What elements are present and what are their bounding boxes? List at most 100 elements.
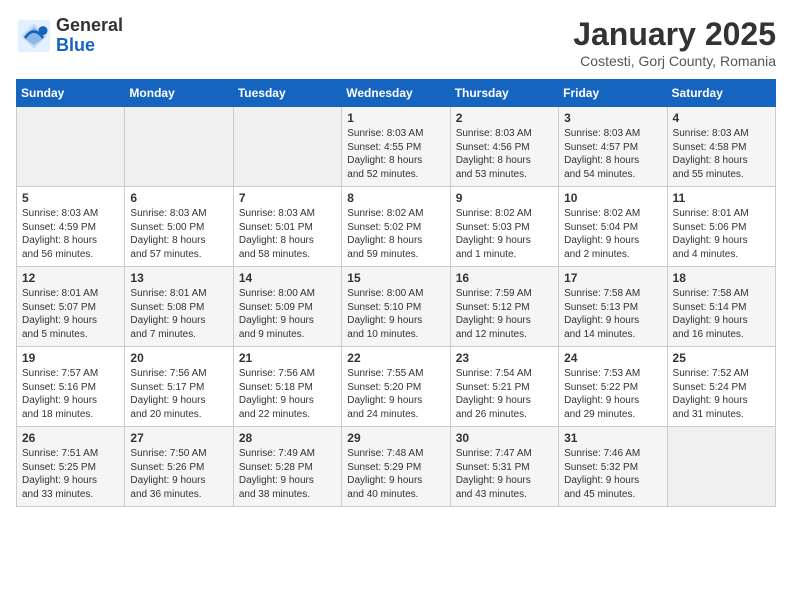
day-cell xyxy=(125,107,233,187)
logo-blue-text: Blue xyxy=(56,36,123,56)
day-number: 7 xyxy=(239,191,336,205)
day-cell xyxy=(17,107,125,187)
day-info: Sunrise: 8:03 AM Sunset: 4:55 PM Dayligh… xyxy=(347,127,444,181)
day-number: 8 xyxy=(347,191,444,205)
calendar-title: January 2025 xyxy=(573,16,776,53)
day-info: Sunrise: 7:47 AM Sunset: 5:31 PM Dayligh… xyxy=(456,447,553,501)
header-monday: Monday xyxy=(125,80,233,107)
day-number: 13 xyxy=(130,271,227,285)
day-info: Sunrise: 8:01 AM Sunset: 5:06 PM Dayligh… xyxy=(673,207,770,261)
day-cell: 25 Sunrise: 7:52 AM Sunset: 5:24 PM Dayli… xyxy=(667,347,775,427)
day-number: 9 xyxy=(456,191,553,205)
day-cell: 13 Sunrise: 8:01 AM Sunset: 5:08 PM Dayli… xyxy=(125,267,233,347)
day-cell: 24 Sunrise: 7:53 AM Sunset: 5:22 PM Dayli… xyxy=(559,347,667,427)
day-number: 26 xyxy=(22,431,119,445)
day-info: Sunrise: 8:03 AM Sunset: 4:56 PM Dayligh… xyxy=(456,127,553,181)
week-row-5: 26 Sunrise: 7:51 AM Sunset: 5:25 PM Dayli… xyxy=(17,427,776,507)
day-cell: 19Sunrise: 7:57 AM Sunset: 5:16 PM Dayli… xyxy=(17,347,125,427)
day-info: Sunrise: 8:02 AM Sunset: 5:03 PM Dayligh… xyxy=(456,207,553,261)
day-number: 2 xyxy=(456,111,553,125)
day-number: 12 xyxy=(22,271,119,285)
day-number: 11 xyxy=(673,191,770,205)
day-cell: 18 Sunrise: 7:58 AM Sunset: 5:14 PM Dayli… xyxy=(667,267,775,347)
day-cell: 15 Sunrise: 8:00 AM Sunset: 5:10 PM Dayli… xyxy=(342,267,450,347)
day-cell: 10Sunrise: 8:02 AM Sunset: 5:04 PM Dayli… xyxy=(559,187,667,267)
header-sunday: Sunday xyxy=(17,80,125,107)
day-cell: 23 Sunrise: 7:54 AM Sunset: 5:21 PM Dayli… xyxy=(450,347,558,427)
calendar-table: SundayMondayTuesdayWednesdayThursdayFrid… xyxy=(16,79,776,507)
calendar-header: SundayMondayTuesdayWednesdayThursdayFrid… xyxy=(17,80,776,107)
day-cell: 20Sunrise: 7:56 AM Sunset: 5:17 PM Dayli… xyxy=(125,347,233,427)
day-cell: 8 Sunrise: 8:02 AM Sunset: 5:02 PM Daylig… xyxy=(342,187,450,267)
day-info: Sunrise: 8:02 AM Sunset: 5:04 PM Dayligh… xyxy=(564,207,661,261)
day-number: 24 xyxy=(564,351,661,365)
calendar-subtitle: Costesti, Gorj County, Romania xyxy=(573,53,776,69)
day-info: Sunrise: 7:46 AM Sunset: 5:32 PM Dayligh… xyxy=(564,447,661,501)
day-cell: 6Sunrise: 8:03 AM Sunset: 5:00 PM Daylig… xyxy=(125,187,233,267)
day-number: 29 xyxy=(347,431,444,445)
day-number: 27 xyxy=(130,431,227,445)
day-number: 15 xyxy=(347,271,444,285)
day-info: Sunrise: 8:03 AM Sunset: 5:01 PM Dayligh… xyxy=(239,207,336,261)
header-wednesday: Wednesday xyxy=(342,80,450,107)
day-cell: 29 Sunrise: 7:48 AM Sunset: 5:29 PM Dayli… xyxy=(342,427,450,507)
day-cell: 4 Sunrise: 8:03 AM Sunset: 4:58 PM Daylig… xyxy=(667,107,775,187)
day-number: 23 xyxy=(456,351,553,365)
day-info: Sunrise: 8:01 AM Sunset: 5:08 PM Dayligh… xyxy=(130,287,227,341)
day-cell: 21 Sunrise: 7:56 AM Sunset: 5:18 PM Dayli… xyxy=(233,347,341,427)
header-friday: Friday xyxy=(559,80,667,107)
day-number: 25 xyxy=(673,351,770,365)
day-number: 18 xyxy=(673,271,770,285)
day-cell: 11 Sunrise: 8:01 AM Sunset: 5:06 PM Dayli… xyxy=(667,187,775,267)
day-info: Sunrise: 7:59 AM Sunset: 5:12 PM Dayligh… xyxy=(456,287,553,341)
day-info: Sunrise: 7:49 AM Sunset: 5:28 PM Dayligh… xyxy=(239,447,336,501)
day-number: 3 xyxy=(564,111,661,125)
day-cell xyxy=(667,427,775,507)
day-number: 4 xyxy=(673,111,770,125)
day-info: Sunrise: 7:48 AM Sunset: 5:29 PM Dayligh… xyxy=(347,447,444,501)
calendar-body: 1 Sunrise: 8:03 AM Sunset: 4:55 PM Daylig… xyxy=(17,107,776,507)
day-cell: 12Sunrise: 8:01 AM Sunset: 5:07 PM Dayli… xyxy=(17,267,125,347)
day-info: Sunrise: 8:03 AM Sunset: 4:58 PM Dayligh… xyxy=(673,127,770,181)
day-number: 31 xyxy=(564,431,661,445)
day-cell: 26 Sunrise: 7:51 AM Sunset: 5:25 PM Dayli… xyxy=(17,427,125,507)
logo-general-text: General xyxy=(56,16,123,36)
day-cell: 27Sunrise: 7:50 AM Sunset: 5:26 PM Dayli… xyxy=(125,427,233,507)
logo-text: General Blue xyxy=(56,16,123,56)
day-info: Sunrise: 7:53 AM Sunset: 5:22 PM Dayligh… xyxy=(564,367,661,421)
header-thursday: Thursday xyxy=(450,80,558,107)
day-info: Sunrise: 8:03 AM Sunset: 4:59 PM Dayligh… xyxy=(22,207,119,261)
day-info: Sunrise: 8:02 AM Sunset: 5:02 PM Dayligh… xyxy=(347,207,444,261)
day-cell: 28Sunrise: 7:49 AM Sunset: 5:28 PM Dayli… xyxy=(233,427,341,507)
page-header: General Blue January 2025 Costesti, Gorj… xyxy=(16,16,776,69)
week-row-3: 12Sunrise: 8:01 AM Sunset: 5:07 PM Dayli… xyxy=(17,267,776,347)
header-tuesday: Tuesday xyxy=(233,80,341,107)
day-cell xyxy=(233,107,341,187)
day-number: 1 xyxy=(347,111,444,125)
day-info: Sunrise: 8:03 AM Sunset: 4:57 PM Dayligh… xyxy=(564,127,661,181)
day-number: 20 xyxy=(130,351,227,365)
day-info: Sunrise: 8:03 AM Sunset: 5:00 PM Dayligh… xyxy=(130,207,227,261)
day-info: Sunrise: 7:54 AM Sunset: 5:21 PM Dayligh… xyxy=(456,367,553,421)
day-number: 19 xyxy=(22,351,119,365)
day-cell: 9 Sunrise: 8:02 AM Sunset: 5:03 PM Daylig… xyxy=(450,187,558,267)
day-info: Sunrise: 8:00 AM Sunset: 5:09 PM Dayligh… xyxy=(239,287,336,341)
day-number: 21 xyxy=(239,351,336,365)
logo: General Blue xyxy=(16,16,123,56)
day-number: 14 xyxy=(239,271,336,285)
day-number: 17 xyxy=(564,271,661,285)
day-info: Sunrise: 8:00 AM Sunset: 5:10 PM Dayligh… xyxy=(347,287,444,341)
header-saturday: Saturday xyxy=(667,80,775,107)
day-info: Sunrise: 7:51 AM Sunset: 5:25 PM Dayligh… xyxy=(22,447,119,501)
week-row-1: 1 Sunrise: 8:03 AM Sunset: 4:55 PM Daylig… xyxy=(17,107,776,187)
day-info: Sunrise: 7:52 AM Sunset: 5:24 PM Dayligh… xyxy=(673,367,770,421)
day-cell: 22Sunrise: 7:55 AM Sunset: 5:20 PM Dayli… xyxy=(342,347,450,427)
day-info: Sunrise: 7:58 AM Sunset: 5:14 PM Dayligh… xyxy=(673,287,770,341)
header-row: SundayMondayTuesdayWednesdayThursdayFrid… xyxy=(17,80,776,107)
day-cell: 30Sunrise: 7:47 AM Sunset: 5:31 PM Dayli… xyxy=(450,427,558,507)
title-block: January 2025 Costesti, Gorj County, Roma… xyxy=(573,16,776,69)
week-row-2: 5Sunrise: 8:03 AM Sunset: 4:59 PM Daylig… xyxy=(17,187,776,267)
day-info: Sunrise: 7:56 AM Sunset: 5:18 PM Dayligh… xyxy=(239,367,336,421)
day-info: Sunrise: 7:58 AM Sunset: 5:13 PM Dayligh… xyxy=(564,287,661,341)
week-row-4: 19Sunrise: 7:57 AM Sunset: 5:16 PM Dayli… xyxy=(17,347,776,427)
